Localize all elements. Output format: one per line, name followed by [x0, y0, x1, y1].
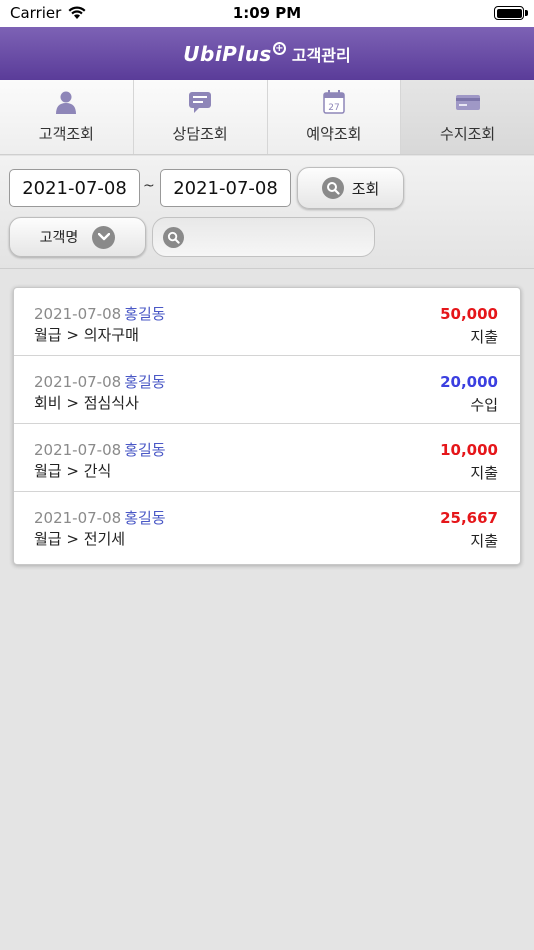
brand-plus-icon: +: [272, 41, 286, 55]
status-time: 1:09 PM: [232, 4, 302, 22]
record-amount: 25,667: [440, 509, 498, 527]
list-item[interactable]: 2021-07-08 홍길동 월급 > 의자구매 50,000 지출: [14, 288, 520, 356]
record-category: 월급 > 의자구매: [34, 326, 139, 344]
list-item[interactable]: 2021-07-08 홍길동 월급 > 간식 10,000 지출: [14, 424, 520, 492]
record-date: 2021-07-08: [34, 441, 122, 459]
record-customer: 홍길동: [124, 305, 166, 323]
search-input[interactable]: [192, 229, 362, 245]
field-select[interactable]: 고객명: [9, 217, 146, 257]
tab-consult[interactable]: 상담조회: [133, 80, 268, 154]
record-type: 지출: [470, 328, 498, 346]
app-header: UbiPlus + 고객관리: [0, 27, 534, 80]
calendar-day-text: 27: [328, 103, 339, 113]
record-amount: 10,000: [440, 441, 498, 459]
tab-bar: 고객조회 상담조회 27 예약조회 수지조회: [0, 80, 534, 155]
record-customer: 홍길동: [124, 441, 166, 459]
list-item[interactable]: 2021-07-08 홍길동 회비 > 점심식사 20,000 수입: [14, 356, 520, 424]
record-customer: 홍길동: [124, 509, 166, 527]
record-type: 수입: [470, 396, 498, 414]
field-select-label: 고객명: [39, 230, 79, 246]
person-icon: [56, 91, 77, 114]
end-date-field[interactable]: 2021-07-08: [160, 169, 291, 207]
record-type: 지출: [470, 464, 498, 482]
list-item[interactable]: 2021-07-08 홍길동 월급 > 전기세 25,667 지출: [14, 492, 520, 564]
battery-icon: [494, 6, 528, 20]
search-field[interactable]: [152, 217, 375, 257]
record-type: 지출: [470, 532, 498, 550]
search-field-icon: [163, 226, 184, 248]
app-title: 고객관리: [291, 45, 351, 65]
record-date: 2021-07-08: [34, 509, 122, 527]
record-customer: 홍길동: [124, 373, 166, 391]
brand: UbiPlus + 고객관리: [183, 41, 351, 66]
tab-label: 수지조회: [440, 125, 496, 143]
tab-label: 고객조회: [38, 125, 94, 143]
start-date-field[interactable]: 2021-07-08: [9, 169, 140, 207]
calendar-icon: 27: [323, 90, 345, 114]
filter-panel: 2021-07-08 ~ 2021-07-08 조회 고객명: [0, 156, 534, 269]
record-category: 월급 > 전기세: [34, 530, 126, 548]
tab-customer[interactable]: 고객조회: [0, 80, 134, 154]
date-separator: ~: [143, 178, 155, 194]
chat-bubble-icon: [189, 92, 212, 113]
search-button[interactable]: 조회: [297, 167, 404, 209]
record-date: 2021-07-08: [34, 373, 122, 391]
chevron-down-icon: [92, 225, 116, 249]
tab-reservation[interactable]: 27 예약조회: [267, 80, 402, 154]
record-category: 월급 > 간식: [34, 462, 112, 480]
tab-label: 상담조회: [172, 125, 228, 143]
tab-income-expense[interactable]: 수지조회: [401, 80, 534, 154]
record-list: 2021-07-08 홍길동 월급 > 의자구매 50,000 지출 2021-0…: [13, 287, 521, 565]
tab-label: 예약조회: [306, 125, 362, 143]
card-icon: [455, 95, 480, 110]
record-category: 회비 > 점심식사: [34, 394, 139, 412]
record-amount: 20,000: [440, 373, 498, 391]
record-date: 2021-07-08: [34, 305, 122, 323]
record-amount: 50,000: [440, 305, 498, 323]
search-icon: [321, 177, 344, 199]
brand-logo: UbiPlus: [183, 41, 272, 66]
status-bar: Carrier 1:09 PM: [0, 0, 534, 27]
search-button-label: 조회: [351, 179, 380, 198]
